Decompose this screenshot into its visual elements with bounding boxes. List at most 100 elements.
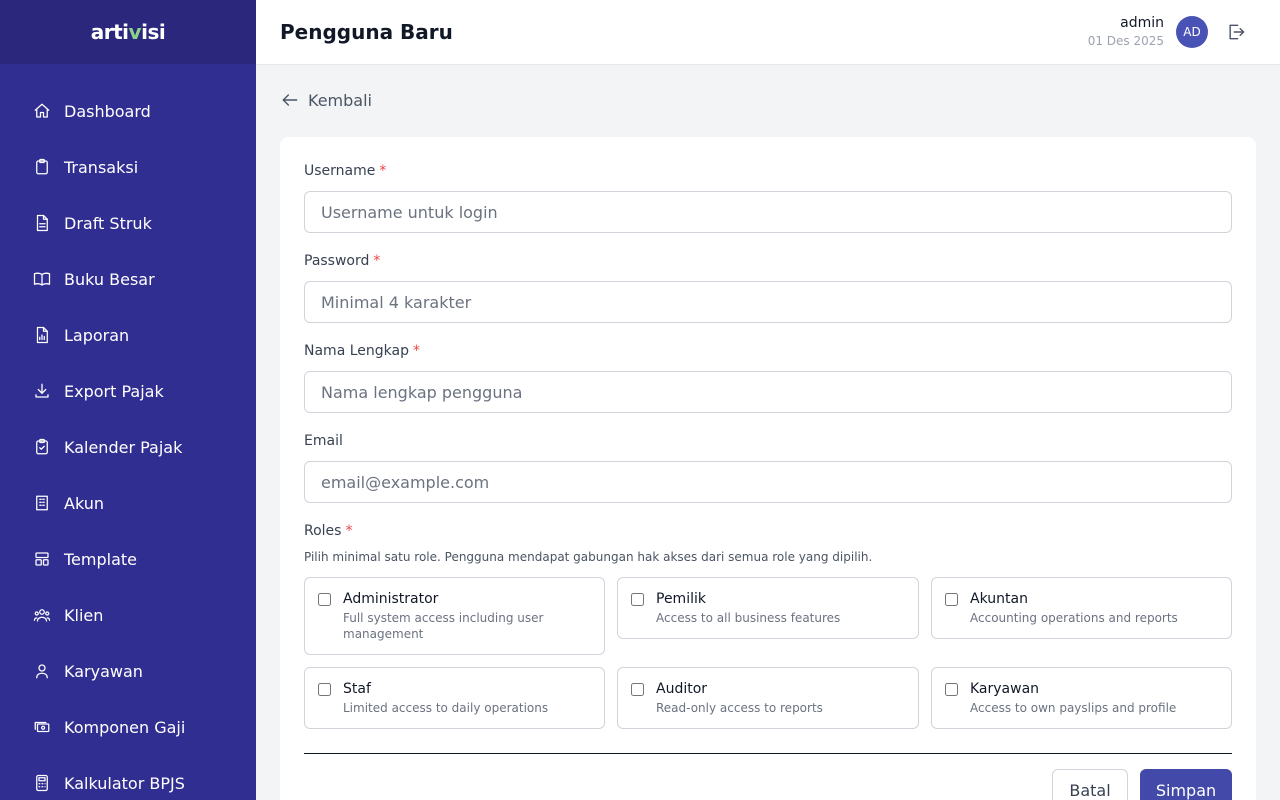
required-marker: * xyxy=(379,163,387,179)
email-field-group: Email xyxy=(304,433,1232,503)
sidebar: artivisi Dashboard Transaksi Draft Struk… xyxy=(0,0,256,800)
sidebar-logo-area: artivisi xyxy=(0,0,256,64)
role-name: Auditor xyxy=(656,681,708,697)
top-header: Pengguna Baru admin 01 Des 2025 AD xyxy=(256,0,1280,65)
building-icon xyxy=(32,493,52,513)
sidebar-item-label: Buku Besar xyxy=(64,269,155,289)
role-option-akuntan[interactable]: Akuntan Accounting operations and reports xyxy=(931,577,1232,639)
sidebar-item-komponen-gaji[interactable]: Komponen Gaji xyxy=(0,699,256,755)
email-input[interactable] xyxy=(304,461,1232,503)
user-name: admin xyxy=(1120,15,1164,31)
home-icon xyxy=(32,101,52,121)
full-name-input[interactable] xyxy=(304,371,1232,413)
users-icon xyxy=(32,605,52,625)
user-icon xyxy=(32,661,52,681)
user-form-card: Username* Password* Nama Lengkap* Email … xyxy=(280,137,1256,800)
sidebar-item-buku-besar[interactable]: Buku Besar xyxy=(0,251,256,307)
sidebar-item-label: Laporan xyxy=(64,325,130,345)
role-checkbox[interactable] xyxy=(945,683,958,696)
role-checkbox[interactable] xyxy=(318,593,331,606)
username-label: Username * xyxy=(304,163,387,179)
calculator-icon xyxy=(32,773,52,793)
role-description: Access to all business features xyxy=(656,611,841,625)
back-label: Kembali xyxy=(308,90,372,110)
arrow-left-icon xyxy=(282,94,298,106)
role-name: Pemilik xyxy=(656,591,706,607)
sidebar-item-kalender-pajak[interactable]: Kalender Pajak xyxy=(0,419,256,475)
role-checkbox[interactable] xyxy=(631,683,644,696)
required-marker: * xyxy=(345,523,353,539)
role-description: Read-only access to reports xyxy=(656,701,823,715)
role-checkbox[interactable] xyxy=(945,593,958,606)
document-icon xyxy=(32,213,52,233)
roles-help-text: Pilih minimal satu role. Pengguna mendap… xyxy=(304,550,873,564)
role-name: Staf xyxy=(343,681,371,697)
roles-label: Roles * xyxy=(304,523,353,539)
sidebar-item-akun[interactable]: Akun xyxy=(0,475,256,531)
sidebar-item-export-pajak[interactable]: Export Pajak xyxy=(0,363,256,419)
role-checkbox[interactable] xyxy=(631,593,644,606)
sidebar-item-label: Export Pajak xyxy=(64,381,164,401)
report-icon xyxy=(32,325,52,345)
sidebar-item-label: Komponen Gaji xyxy=(64,717,186,737)
username-field-group: Username * xyxy=(304,163,1232,233)
logout-icon[interactable] xyxy=(1226,22,1246,42)
role-description: Limited access to daily operations xyxy=(343,701,549,715)
role-option-auditor[interactable]: Auditor Read-only access to reports xyxy=(617,667,919,729)
sidebar-item-label: Dashboard xyxy=(64,101,151,121)
sidebar-item-label: Karyawan xyxy=(64,661,143,681)
sidebar-item-label: Akun xyxy=(64,493,104,513)
required-marker: * xyxy=(412,343,420,359)
roles-field-group: Roles * xyxy=(304,523,1232,543)
role-description: Access to own payslips and profile xyxy=(970,701,1177,715)
sidebar-item-karyawan[interactable]: Karyawan xyxy=(0,643,256,699)
password-field-group: Password * xyxy=(304,253,1232,323)
password-input[interactable] xyxy=(304,281,1232,323)
book-icon xyxy=(32,269,52,289)
role-description: Accounting operations and reports xyxy=(970,611,1178,625)
password-label: Password * xyxy=(304,253,381,269)
sidebar-item-template[interactable]: Template xyxy=(0,531,256,587)
sidebar-item-dashboard[interactable]: Dashboard xyxy=(0,83,256,139)
sidebar-item-draft-struk[interactable]: Draft Struk xyxy=(0,195,256,251)
role-option-karyawan[interactable]: Karyawan Access to own payslips and profi… xyxy=(931,667,1232,729)
required-marker: * xyxy=(373,253,381,269)
role-name: Akuntan xyxy=(970,591,1028,607)
clipboard-icon xyxy=(32,157,52,177)
template-icon xyxy=(32,549,52,569)
role-option-administrator[interactable]: Administrator Full system access includin… xyxy=(304,577,605,655)
role-option-pemilik[interactable]: Pemilik Access to all business features xyxy=(617,577,919,639)
sidebar-item-label: Kalender Pajak xyxy=(64,437,183,457)
user-info: admin 01 Des 2025 xyxy=(1088,15,1164,48)
full-name-label: Nama Lengkap * xyxy=(304,343,420,359)
app-logo[interactable]: artivisi xyxy=(91,20,166,44)
sidebar-item-label: Draft Struk xyxy=(64,213,152,233)
username-input[interactable] xyxy=(304,191,1232,233)
sidebar-item-label: Kalkulator BPJS xyxy=(64,773,185,793)
back-link[interactable]: Kembali xyxy=(280,90,372,110)
save-button[interactable]: Simpan xyxy=(1140,769,1232,800)
roles-grid: Administrator Full system access includin… xyxy=(304,577,1232,729)
sidebar-nav: Dashboard Transaksi Draft Struk Buku Bes… xyxy=(0,64,256,800)
page-title: Pengguna Baru xyxy=(280,20,453,44)
sidebar-item-label: Template xyxy=(64,549,138,569)
email-label: Email xyxy=(304,433,343,449)
sidebar-item-laporan[interactable]: Laporan xyxy=(0,307,256,363)
sidebar-item-kalkulator-bpjs[interactable]: Kalkulator BPJS xyxy=(0,755,256,800)
clipboard-check-icon xyxy=(32,437,52,457)
sidebar-item-label: Transaksi xyxy=(64,157,139,177)
role-name: Administrator xyxy=(343,591,439,607)
role-checkbox[interactable] xyxy=(318,683,331,696)
current-date: 01 Des 2025 xyxy=(1087,34,1164,48)
sidebar-item-label: Klien xyxy=(64,605,104,625)
sidebar-item-transaksi[interactable]: Transaksi xyxy=(0,139,256,195)
avatar[interactable]: AD xyxy=(1176,16,1208,48)
sidebar-item-klien[interactable]: Klien xyxy=(0,587,256,643)
form-divider xyxy=(304,753,1232,754)
cancel-button[interactable]: Batal xyxy=(1052,769,1128,800)
cash-icon xyxy=(32,717,52,737)
download-icon xyxy=(32,381,52,401)
role-name: Karyawan xyxy=(970,681,1040,697)
role-option-staf[interactable]: Staf Limited access to daily operations xyxy=(304,667,605,729)
role-description: Full system access including user manage… xyxy=(343,611,544,641)
